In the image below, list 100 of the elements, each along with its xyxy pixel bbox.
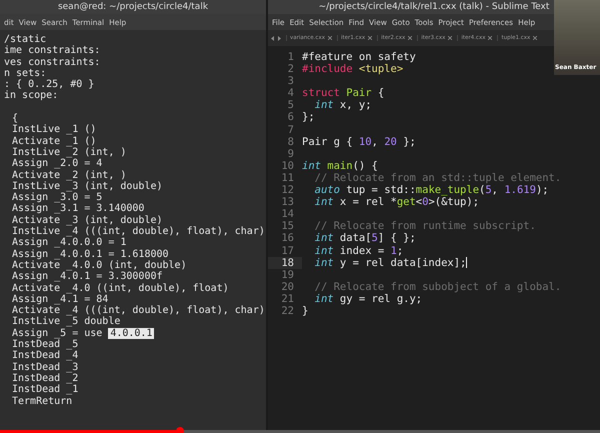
- terminal-line: InstLive _3 (int, double): [12, 180, 163, 192]
- terminal-line: ves constraints:: [4, 56, 100, 68]
- terminal-line: ime constraints:: [4, 45, 100, 57]
- code-token: get: [396, 196, 416, 208]
- code-token: make_tuple: [416, 184, 480, 196]
- close-icon[interactable]: [408, 36, 412, 40]
- code-token: );: [536, 184, 549, 196]
- terminal-line: InstLive _4 (((int, double), float), char): [12, 226, 265, 238]
- line-number: 5: [286, 99, 295, 112]
- line-number: 11: [280, 172, 295, 184]
- line-number: 10: [280, 160, 295, 172]
- code-token: index =: [338, 244, 386, 257]
- code-token: Pair g {: [302, 136, 354, 148]
- code-token: // Relocate from runtime subscript.: [314, 220, 536, 232]
- terminal-line: Assign _4.1 = 84: [12, 294, 108, 306]
- code-token: ;: [396, 244, 404, 257]
- close-icon[interactable]: [488, 36, 492, 40]
- code-token: int: [314, 244, 334, 257]
- code-token: main: [326, 160, 353, 172]
- code-token: ,: [372, 136, 379, 148]
- code-token: int: [314, 99, 334, 112]
- terminal-line: Assign _4.0.0.0 = 1: [12, 237, 126, 249]
- code-token: struct: [302, 87, 340, 100]
- code-token: // Relocate from subobject of a global.: [314, 280, 562, 293]
- code-token: ,: [492, 184, 499, 196]
- code-token: 1: [390, 244, 397, 257]
- terminal-line: Assign _2.0 = 4: [12, 158, 102, 170]
- line-number: 3: [286, 75, 295, 88]
- tab-scroll-arrows-icon[interactable]: [271, 36, 281, 40]
- terminal-line: Activate _4 (((int, double), float), char): [12, 305, 265, 316]
- progress-handle[interactable]: [176, 427, 184, 433]
- terminal-line: Assign _4.0.0.1 = 1.618000: [12, 248, 169, 260]
- close-icon[interactable]: [448, 36, 452, 40]
- terminal-line: n sets:: [4, 68, 46, 79]
- code-token: y = rel data[index];: [338, 256, 466, 269]
- code-token: 20: [384, 136, 397, 148]
- line-number: 6: [286, 111, 295, 124]
- code-token: gy = rel g.y;: [338, 292, 422, 305]
- terminal-line: Activate _4.0 ((int, double), float): [12, 282, 229, 294]
- code-token: int: [314, 256, 334, 269]
- terminal-line: {: [12, 113, 18, 124]
- terminal-line: InstLive _2 (int, ): [12, 146, 126, 158]
- code-token: }: [302, 304, 308, 318]
- code-token: <tuple>: [358, 63, 404, 76]
- code-token: 1.619: [504, 184, 536, 196]
- selected-text: 4.0.0.1: [108, 328, 154, 340]
- terminal-line: InstDead _1: [12, 384, 78, 396]
- code-token: 5: [485, 184, 492, 196]
- line-number: 19: [280, 268, 295, 281]
- code-token: int: [314, 232, 334, 244]
- line-number: 9: [286, 148, 295, 160]
- code-token: 10: [358, 136, 372, 148]
- terminal-line: /static: [4, 34, 46, 45]
- terminal-line: Assign _3.1 = 3.140000: [12, 203, 144, 215]
- window-title: sean@red: ~/projects/circle4/talk: [58, 2, 208, 12]
- line-number: 2: [286, 63, 295, 76]
- terminal-line: Activate _4.0.0 (int, double): [12, 260, 187, 271]
- terminal-line: Assign _5 = use: [12, 328, 102, 340]
- text-cursor: [466, 257, 468, 268]
- terminal-line: InstLive _5 double: [12, 316, 120, 328]
- line-number: 17: [280, 244, 295, 257]
- code-token: auto: [314, 184, 340, 196]
- terminal-line: InstDead _4: [12, 350, 78, 362]
- terminal-line: InstDead _3: [12, 362, 78, 373]
- close-icon[interactable]: [368, 36, 372, 40]
- code-token: int: [302, 160, 321, 172]
- close-icon[interactable]: [328, 36, 332, 40]
- code-token: x, y;: [338, 99, 372, 112]
- terminal-line: Assign _3.0 = 5: [12, 192, 102, 204]
- line-number: 1: [286, 51, 295, 64]
- code-token: int: [314, 292, 334, 305]
- close-icon[interactable]: [533, 36, 538, 40]
- line-number: 15: [280, 220, 295, 232]
- code-token: Pair: [345, 87, 372, 100]
- code-token: };: [402, 136, 416, 148]
- terminal-line: Activate _2 (int, ): [12, 170, 126, 181]
- line-number: 18: [268, 256, 302, 269]
- line-number: 13: [280, 196, 295, 208]
- terminal-line: Activate _3 (int, double): [12, 214, 163, 226]
- window-title: ~/projects/circle4/talk/rel1.cxx (talk) - Sublime Text: [318, 2, 550, 12]
- terminal-line: Activate _1 (): [12, 136, 96, 147]
- code-token: #include: [302, 63, 353, 76]
- line-number: 22: [280, 304, 295, 318]
- code-token: data[: [338, 232, 372, 244]
- code-token: {: [376, 87, 384, 100]
- code-token: ] { };: [378, 232, 416, 244]
- terminal-line: Assign _4.0.1 = 3.300000f: [12, 271, 163, 283]
- code-token: #feature on safety: [302, 51, 416, 64]
- code-token: 5: [372, 232, 378, 244]
- code-token: >(&tup);: [428, 196, 480, 208]
- code-token: (: [479, 184, 486, 196]
- code-token: tup = std::: [345, 184, 416, 196]
- line-number: 8: [286, 136, 295, 148]
- code-token: x = rel *: [338, 196, 397, 208]
- line-number: 12: [280, 184, 295, 196]
- line-number: 20: [280, 280, 295, 293]
- terminal-line: : { 0..25, #0 }: [4, 79, 94, 90]
- line-number: 14: [280, 208, 295, 220]
- terminal-line: in scope:: [4, 90, 58, 102]
- code-token: () {: [352, 160, 378, 172]
